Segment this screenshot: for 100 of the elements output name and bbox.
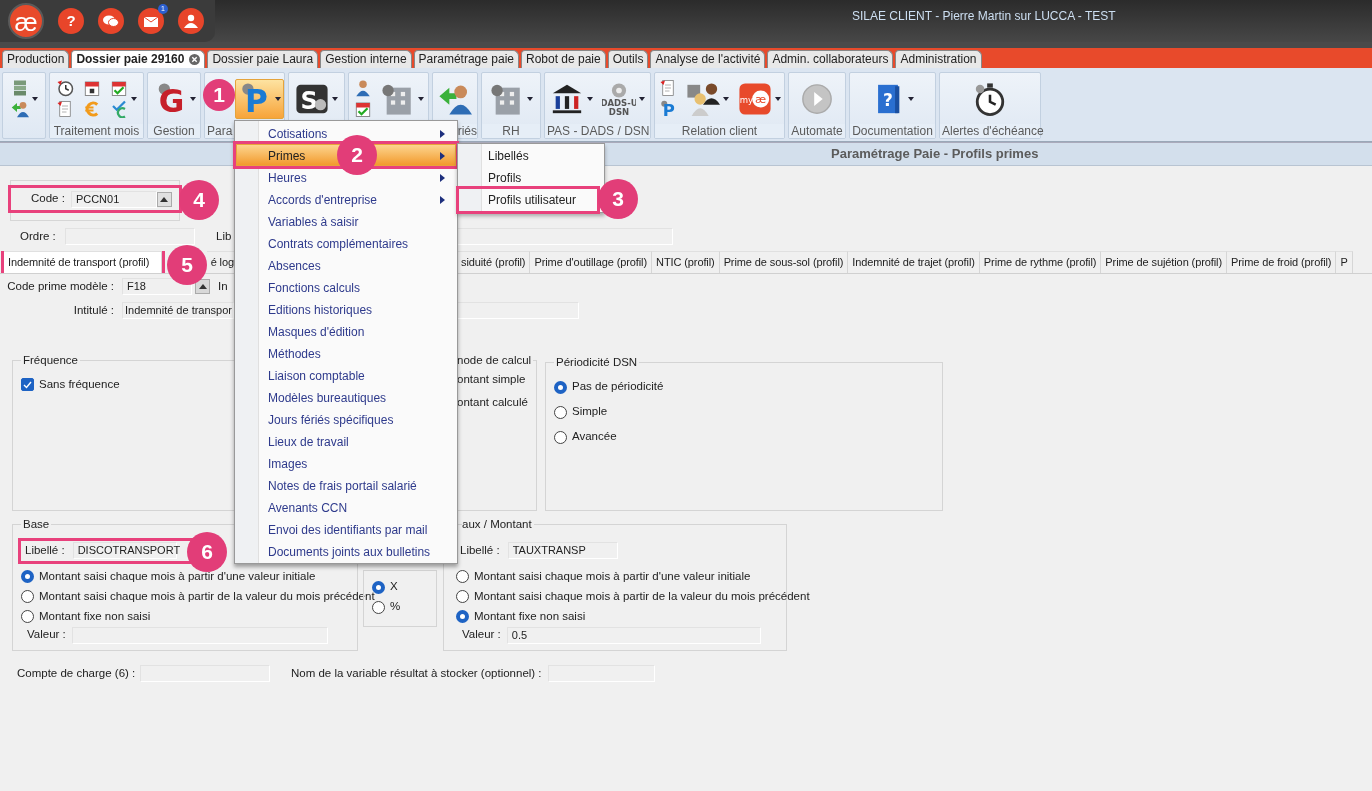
radio-button[interactable] xyxy=(554,380,567,394)
dropdown-arrow-icon[interactable] xyxy=(587,96,593,101)
input-field[interactable]: F18 xyxy=(122,278,192,295)
check-euro-icon[interactable] xyxy=(110,100,128,118)
person-arrow-icon[interactable] xyxy=(10,100,29,118)
tab[interactable]: Prime d'outillage (profil) xyxy=(530,251,653,273)
dropdown-arrow-icon[interactable] xyxy=(908,96,914,101)
field-label: Compte de charge (6) : xyxy=(17,666,137,681)
menu-item[interactable]: Masques d'édition xyxy=(236,320,456,342)
input-field[interactable] xyxy=(547,665,655,682)
menu-item[interactable]: Absences xyxy=(236,254,456,276)
tab[interactable]: Dossier paie 29160 xyxy=(71,50,206,68)
menu-item[interactable]: Documents joints aux bulletins xyxy=(236,540,456,562)
dropdown-arrow-icon[interactable] xyxy=(275,96,281,101)
menu-item[interactable]: Libellés xyxy=(459,145,597,167)
radio-button[interactable] xyxy=(554,405,567,419)
tab[interactable]: Prime de sujétion (profil) xyxy=(1101,251,1227,273)
step-badge: 6 xyxy=(187,532,227,572)
calendar-check-icon[interactable] xyxy=(353,100,372,118)
group-label: Alertes d'échéance xyxy=(942,124,1044,138)
app-logo[interactable]: æ xyxy=(8,3,44,39)
tab[interactable]: Robot de paie xyxy=(520,50,606,68)
dropdown-arrow-icon[interactable] xyxy=(526,96,533,101)
tab[interactable]: Indemnité de trajet (profil) xyxy=(848,251,980,273)
tab[interactable]: P xyxy=(1336,251,1353,273)
clock-icon[interactable] xyxy=(56,79,74,97)
document-icon[interactable] xyxy=(56,100,74,118)
input-field[interactable]: 0.5 xyxy=(506,626,761,644)
input-field[interactable]: PCCN01 xyxy=(70,190,157,208)
team-button[interactable] xyxy=(178,8,204,34)
people-icon[interactable] xyxy=(685,81,720,116)
input-field[interactable]: Indemnité de transpor xyxy=(122,302,234,319)
menu-item[interactable]: Variables à saisir xyxy=(236,210,456,232)
menu-item[interactable]: Editions historiques xyxy=(236,298,456,320)
tab[interactable]: Gestion interne xyxy=(320,50,412,68)
close-icon[interactable] xyxy=(189,54,201,65)
dropdown-arrow-icon[interactable] xyxy=(332,96,338,101)
group-label: Gestion xyxy=(153,124,195,138)
group-title: Périodicité DSN xyxy=(555,357,639,369)
menu-item[interactable]: Jours fériés spécifiques xyxy=(236,408,456,430)
help-button[interactable]: ? xyxy=(58,8,84,34)
group-label: riés xyxy=(457,124,477,138)
step-badge: 3 xyxy=(598,179,638,219)
menu-item[interactable]: Méthodes xyxy=(236,342,456,364)
radio-button[interactable] xyxy=(456,590,469,603)
calendar-icon[interactable] xyxy=(83,79,101,97)
menu-item[interactable]: Avenants CCN xyxy=(236,496,456,518)
radio-button[interactable] xyxy=(372,580,385,594)
document-icon[interactable] xyxy=(658,79,677,97)
tab[interactable]: Indemnité de transport (profil) xyxy=(4,251,162,273)
checkbox[interactable] xyxy=(21,378,34,391)
radio-button[interactable] xyxy=(372,600,385,614)
radio-button[interactable] xyxy=(21,570,34,583)
menu-item[interactable]: Notes de frais portail salarié xyxy=(236,474,456,496)
menu-item[interactable]: Profils utilisateur xyxy=(459,189,597,211)
spin-button[interactable] xyxy=(195,279,210,294)
group-label: Relation client xyxy=(681,124,758,138)
menu-item[interactable]: Profils xyxy=(459,167,597,189)
radio-button[interactable] xyxy=(21,590,34,603)
stopwatch-icon[interactable] xyxy=(973,81,1007,116)
tab[interactable]: Administration xyxy=(895,50,982,68)
dropdown-arrow-icon[interactable] xyxy=(639,96,645,101)
tab[interactable]: Paramétrage paie xyxy=(413,50,519,68)
menu-item[interactable]: Contrats complémentaires xyxy=(236,232,456,254)
tab[interactable]: Dossier paie Laura xyxy=(207,50,319,68)
input-field[interactable] xyxy=(71,626,328,644)
tab[interactable]: NTIC (profil) xyxy=(652,251,720,273)
tab[interactable]: Admin. collaborateurs xyxy=(767,50,894,68)
radio-button[interactable] xyxy=(21,610,34,623)
dropdown-arrow-icon[interactable] xyxy=(722,96,729,101)
tab[interactable]: Prime de sous-sol (profil) xyxy=(719,251,849,273)
dropdown-arrow-icon[interactable] xyxy=(131,96,137,101)
menu-item[interactable]: Modèles bureautiques xyxy=(236,386,456,408)
dropdown-arrow-icon[interactable] xyxy=(31,96,38,101)
menu-item[interactable]: Lieux de travail xyxy=(236,430,456,452)
radio-button[interactable] xyxy=(456,570,469,583)
input-field[interactable]: TAUXTRANSP xyxy=(507,542,618,559)
team-icon xyxy=(183,14,199,28)
app-logo-icon[interactable]: my æ xyxy=(737,81,772,116)
menu-item[interactable]: Envoi des identifiants par mail xyxy=(236,518,456,540)
radio-button[interactable] xyxy=(554,430,567,444)
tab[interactable]: Prime de rythme (profil) xyxy=(979,251,1102,273)
tab[interactable]: Analyse de l'activité xyxy=(650,50,766,68)
tab[interactable]: Production xyxy=(2,50,70,68)
menu-item[interactable]: Accords d'entreprise xyxy=(236,188,456,210)
input-field[interactable] xyxy=(140,665,270,682)
calendar-check-icon[interactable] xyxy=(110,79,128,97)
radio-button[interactable] xyxy=(456,610,469,623)
menu-item[interactable]: Liaison comptable xyxy=(236,364,456,386)
input-field[interactable] xyxy=(455,228,674,245)
input-field[interactable] xyxy=(65,228,195,245)
dropdown-arrow-icon[interactable] xyxy=(417,96,424,101)
tab[interactable]: Outils xyxy=(607,50,649,68)
input-field[interactable] xyxy=(457,302,579,319)
dropdown-arrow-icon[interactable] xyxy=(189,96,196,101)
tab[interactable]: Prime de froid (profil) xyxy=(1227,251,1337,273)
menu-item[interactable]: Fonctions calculs xyxy=(236,276,456,298)
menu-item[interactable]: Images xyxy=(236,452,456,474)
dropdown-arrow-icon[interactable] xyxy=(774,96,781,101)
chat-button[interactable] xyxy=(98,8,124,34)
